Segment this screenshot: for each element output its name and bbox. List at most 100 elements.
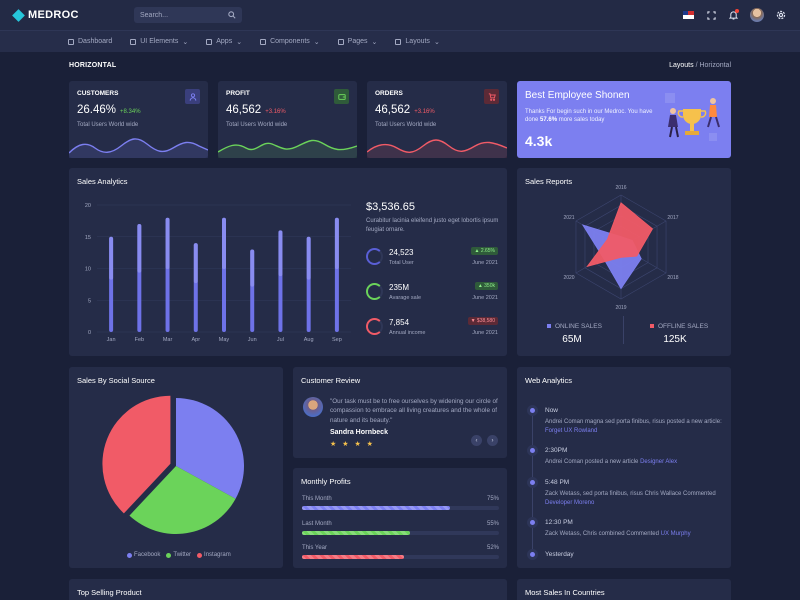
employee-desc-highlight: 57.6% (540, 117, 558, 124)
offline-total: 125K (663, 334, 687, 345)
bar-highlight (306, 236, 311, 280)
timeline-time: Now (545, 407, 559, 414)
timeline-link[interactable]: Designer Alex (640, 459, 677, 465)
search-icon[interactable] (228, 11, 236, 19)
stat-change: +3.16% (265, 109, 286, 115)
x-tick-label: Jun (248, 337, 257, 343)
metric-date: June 2021 (472, 295, 498, 301)
progress-fill (302, 555, 405, 559)
metric-badge: ▲ 2.65% (471, 247, 498, 255)
legend-facebook[interactable]: Facebook (127, 552, 160, 558)
sales-metric-row: 235M Avarage sale ▲ 350k June 2021 (366, 279, 498, 305)
bar-highlight (193, 243, 198, 284)
legend-twitter[interactable]: Twitter (166, 552, 191, 558)
timeline-text: Zack Wetass, Chris combined Commented UX… (545, 530, 725, 539)
prev-review-button[interactable]: ‹ (471, 435, 482, 446)
page-title: HORIZONTAL (69, 62, 117, 69)
menu-apps[interactable]: Apps ⌄ (206, 38, 242, 46)
x-tick-label: Apr (191, 337, 200, 343)
chevron-down-icon: ⌄ (371, 38, 378, 46)
bar-highlight (334, 217, 339, 270)
sales-description: Curabitur lacinia eleifend justo eget lo… (366, 218, 499, 233)
metric-value: 7,854 (389, 318, 410, 327)
menu-layouts[interactable]: Layouts ⌄ (395, 38, 440, 46)
metric-date: June 2021 (472, 260, 498, 266)
stat-value-row: 46,562 +3.16% (226, 104, 286, 116)
card-title: Web Analytics (525, 376, 572, 385)
x-tick-label: Feb (135, 337, 144, 343)
stat-sparkline (69, 138, 208, 158)
legend-label: Instagram (204, 552, 231, 558)
user-icon (185, 89, 200, 104)
y-tick-label: 5 (88, 298, 91, 304)
stat-value: 46,562 (375, 104, 411, 116)
menu-dashboard[interactable]: Dashboard (68, 38, 112, 45)
menu-pages[interactable]: Pages ⌄ (337, 38, 378, 46)
layouts-icon (395, 38, 402, 45)
timeline-link[interactable]: UX Murphy (661, 531, 691, 537)
metric-badge-text: $38,580 (476, 318, 495, 324)
stat-label: PROFIT (226, 90, 250, 97)
search-input[interactable]: Search... (134, 7, 242, 23)
stat-sparkline (218, 139, 357, 158)
menu-label: Components (270, 38, 310, 45)
employee-description: Thanks For begin such in our Medroc. You… (525, 108, 655, 125)
top-bar: MEDROC Search... (0, 0, 800, 30)
legend-dot (166, 552, 172, 558)
main-menu: Dashboard UI Elements ⌄ Apps ⌄ Components ⌄… (0, 30, 800, 52)
stat-card-customers: CUSTOMERS 26.46% +8.34% Total Users World… (69, 81, 208, 158)
employee-desc-text-end: more sales today (558, 117, 605, 124)
breadcrumb-parent[interactable]: Layouts (669, 62, 694, 69)
timeline-link[interactable]: Developer Moreno (545, 500, 594, 506)
reviewer-name: Sandra Hornbeck (330, 429, 388, 436)
progress-track (302, 531, 499, 535)
menu-label: Layouts (405, 38, 430, 45)
home-icon (68, 38, 74, 45)
logo-icon (12, 8, 25, 22)
user-avatar[interactable] (750, 8, 764, 22)
wallet-icon (334, 89, 349, 104)
pie-legend: Facebook Twitter Instagram (127, 552, 231, 558)
fullscreen-icon[interactable] (706, 10, 716, 20)
sales-bar-chart: 0 5 10 15 20 Jan Feb Mar Apr May Jun Jul Aug Sep (85, 203, 351, 343)
progress-track (302, 555, 499, 559)
legend-instagram[interactable]: Instagram (197, 552, 231, 558)
timeline-desc: Zack Wetass, Chris combined Commented (545, 531, 659, 537)
bar-highlight (278, 230, 283, 277)
progress-fill (302, 506, 450, 510)
employee-title: Best Employee Shonen (525, 90, 630, 101)
brand-name: MEDROC (28, 9, 79, 21)
card-title: Most Sales In Countries (525, 588, 605, 597)
stat-change: +3.16% (414, 109, 435, 115)
notification-bell-icon[interactable] (728, 9, 739, 20)
top-selling-product-card: Top Selling Product (69, 579, 507, 600)
next-review-button[interactable]: › (487, 435, 498, 446)
timeline-link[interactable]: Forget UX Rowland (545, 428, 597, 434)
settings-gear-icon[interactable] (776, 10, 786, 20)
language-flag-icon[interactable] (683, 11, 694, 19)
divider (623, 316, 624, 344)
profit-row: This Year 52% (302, 545, 499, 567)
menu-label: Apps (216, 38, 233, 45)
menu-ui-elements[interactable]: UI Elements ⌄ (130, 38, 188, 46)
timeline-desc: Andrei Coman magna sed porta finibus, ri… (545, 419, 722, 425)
radar-axis-label: 2016 (615, 185, 626, 191)
sales-metric-row: 7,854 Annual income ▼ $38,580 June 2021 (366, 314, 498, 340)
menu-components[interactable]: Components ⌄ (260, 38, 320, 46)
metric-label: Annual income (389, 330, 426, 336)
x-tick-label: Jan (107, 337, 116, 343)
timeline-time: 2:30PM (545, 447, 568, 454)
bar-highlight (222, 217, 226, 270)
card-title: Monthly Profits (301, 477, 351, 486)
stat-value-row: 26.46% +8.34% (77, 104, 141, 116)
bar-highlight (250, 249, 255, 287)
brand-logo[interactable]: MEDROC (12, 8, 134, 22)
web-analytics-card: Web Analytics Now Andrei Coman magna sed… (517, 367, 731, 568)
x-tick-label: May (219, 337, 230, 343)
radar-axis-label: 2018 (667, 275, 678, 281)
cart-icon (484, 89, 499, 104)
legend-label: ONLINE SALES (555, 323, 602, 330)
stat-label: ORDERS (375, 90, 403, 97)
page-header: HORIZONTAL Layouts / Horizontal (69, 62, 731, 69)
timeline-dot-icon (527, 405, 538, 416)
